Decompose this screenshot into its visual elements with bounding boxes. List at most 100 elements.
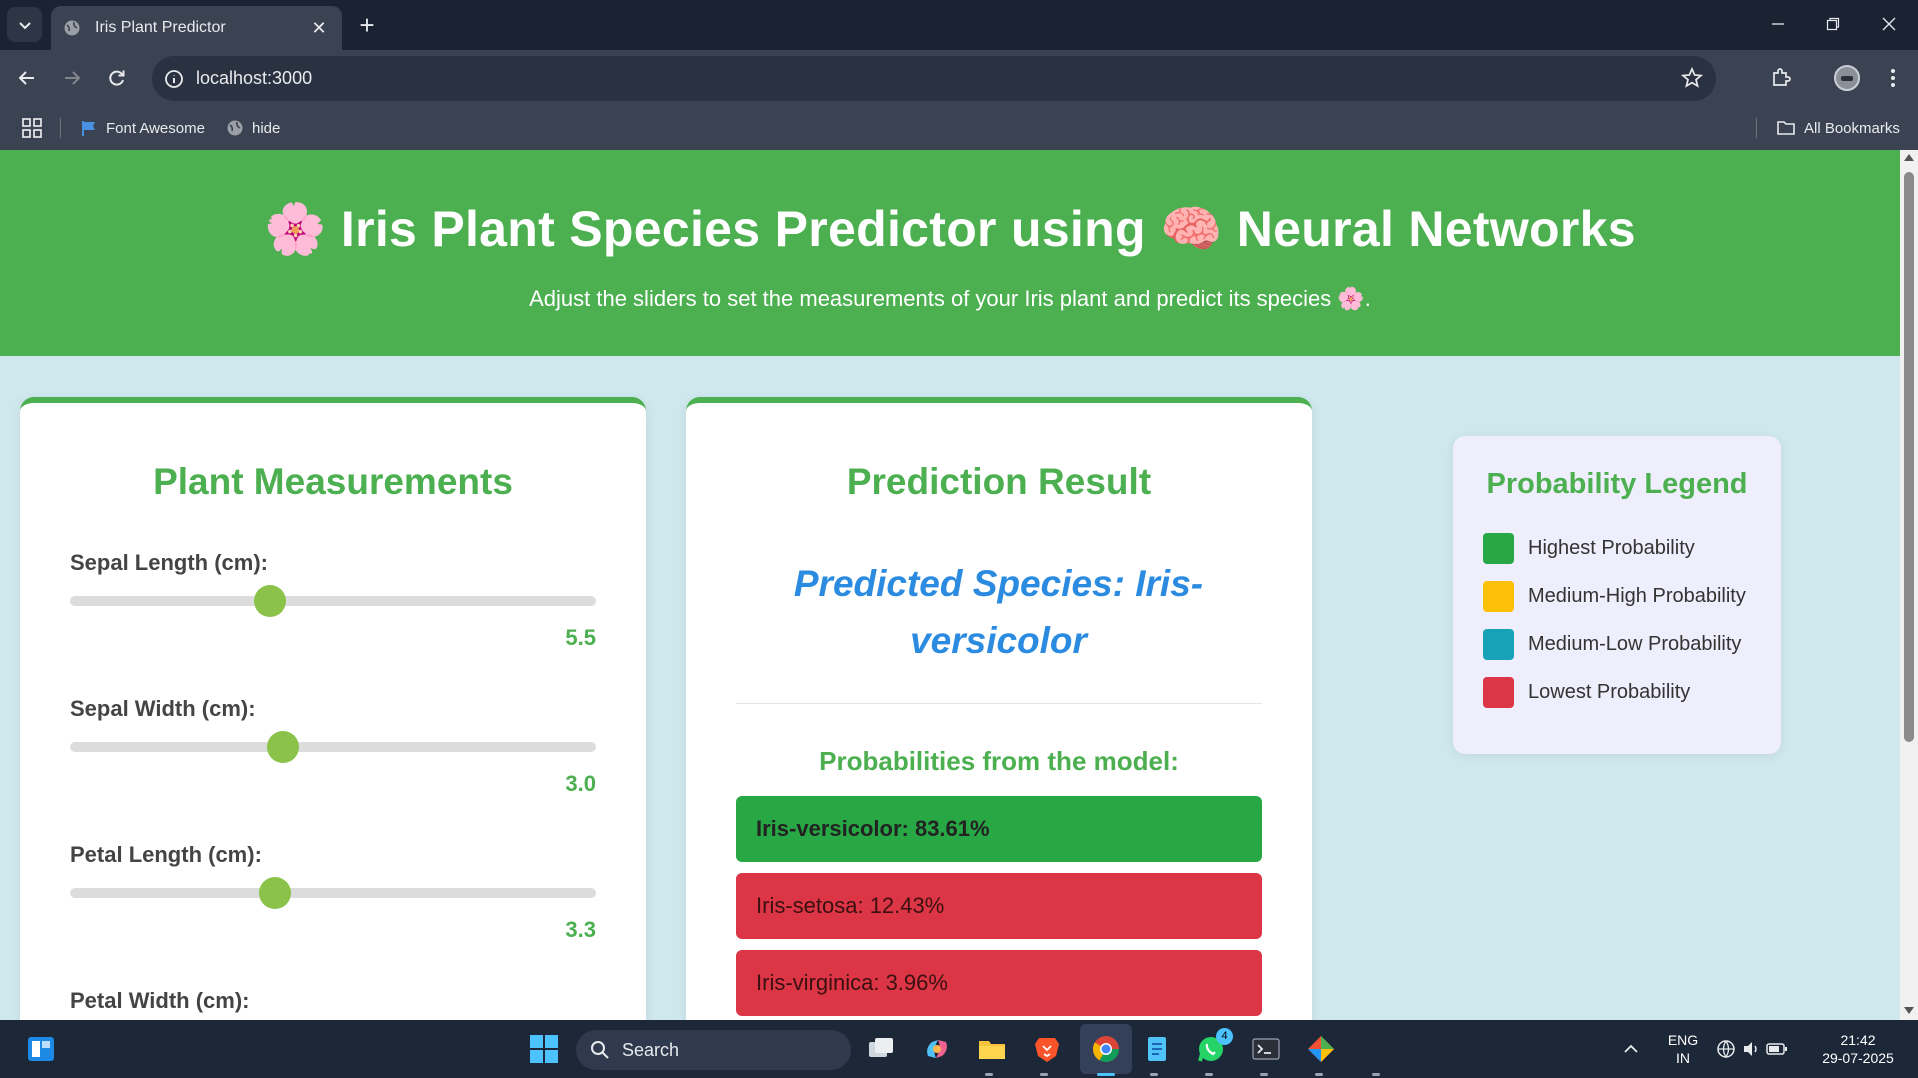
tab-search-button[interactable] (7, 7, 42, 42)
legend-swatch (1483, 580, 1514, 612)
show-hidden-icons-button[interactable] (1616, 1032, 1646, 1066)
tab-close-icon[interactable]: ✕ (308, 18, 330, 39)
minimize-button[interactable] (1751, 0, 1805, 48)
petal-width-label: Petal Width (cm): (70, 988, 250, 1013)
petal-length-slider[interactable] (70, 877, 596, 909)
language-label: ENG (1667, 1032, 1699, 1048)
whatsapp-button[interactable]: 4 (1194, 1028, 1233, 1066)
predicted-species: Predicted Species: Iris-versicolor (793, 563, 1204, 661)
widgets-button[interactable] (24, 1032, 58, 1066)
flag-icon (82, 121, 95, 136)
page-viewport: 🌸 Iris Plant Species Predictor using 🧠 N… (0, 150, 1918, 1020)
quick-settings-button[interactable] (1712, 1032, 1792, 1066)
bookmarks-bar: Font Awesome hide All Bookmarks (0, 106, 1918, 150)
profile-avatar[interactable] (1834, 65, 1860, 91)
page-header: 🌸 Iris Plant Species Predictor using 🧠 N… (0, 150, 1900, 356)
task-view-button[interactable] (864, 1032, 898, 1066)
scrollbar-thumb[interactable] (1904, 172, 1914, 742)
divider (736, 703, 1262, 704)
legend-swatch (1483, 532, 1514, 564)
bookmark-label: hide (252, 119, 281, 137)
search-placeholder: Search (622, 1039, 680, 1060)
more-vert-icon (1891, 69, 1895, 87)
petal-length-value: 3.3 (565, 917, 596, 942)
site-info-icon[interactable] (162, 67, 186, 91)
bookmarks-separator (1756, 118, 1757, 138)
chevron-up-icon (1624, 1044, 1638, 1053)
scroll-up-arrow-icon[interactable] (1904, 154, 1914, 161)
apps-grid-icon[interactable] (20, 116, 44, 140)
notepad-button[interactable] (1140, 1032, 1174, 1066)
url-text[interactable]: localhost:3000 (196, 68, 312, 89)
folder-icon (1777, 121, 1795, 135)
notepad-icon (1148, 1037, 1166, 1061)
copilot-button[interactable] (920, 1032, 954, 1066)
extensions-button[interactable] (1764, 61, 1798, 95)
restore-icon (1826, 17, 1840, 31)
taskbar-search[interactable]: Search (576, 1030, 851, 1070)
browser-menu-button[interactable] (1880, 61, 1906, 95)
globe-icon (64, 20, 80, 36)
probability-bar-virginica: Iris-virginica: 3.96% (736, 950, 1262, 1016)
folder-icon (979, 1041, 1005, 1059)
start-button[interactable] (527, 1032, 561, 1066)
running-indicator (1372, 1073, 1380, 1076)
terminal-button[interactable] (1249, 1032, 1283, 1066)
sepal-length-slider[interactable] (70, 585, 596, 617)
legend-item-medium-low: Medium-Low Probability (1483, 628, 1741, 660)
new-tab-button[interactable]: + (352, 10, 382, 40)
browser-toolbar: localhost:3000 (0, 50, 1918, 106)
legend-title: Probability Legend (1486, 468, 1748, 500)
page-scrollbar[interactable] (1900, 150, 1918, 1020)
region-label: IN (1676, 1050, 1690, 1066)
running-indicator (1205, 1073, 1213, 1076)
page-subtitle: Adjust the sliders to set the measuremen… (529, 286, 1371, 311)
bookmark-label: Font Awesome (106, 119, 205, 137)
forward-button[interactable] (55, 61, 89, 95)
brave-button[interactable] (1030, 1032, 1064, 1066)
reload-button[interactable] (100, 61, 134, 95)
clock[interactable]: 21:42 29-07-2025 (1808, 1031, 1908, 1067)
minimize-icon (1772, 23, 1784, 25)
running-indicator (1040, 1073, 1048, 1076)
volume-icon (1744, 1042, 1757, 1056)
browser-tab[interactable]: Iris Plant Predictor ✕ (51, 6, 342, 50)
sepal-width-slider[interactable] (70, 731, 596, 763)
chrome-icon (1092, 1036, 1120, 1063)
input-language[interactable]: ENG IN (1658, 1031, 1708, 1067)
back-button[interactable] (10, 61, 44, 95)
search-icon (591, 1041, 609, 1059)
running-indicator-active (1097, 1073, 1115, 1076)
bookmark-star-icon[interactable] (1680, 66, 1704, 90)
bookmark-hide[interactable]: hide (226, 116, 280, 140)
clock-time: 21:42 (1840, 1032, 1876, 1048)
legend-label: Medium-Low Probability (1528, 632, 1742, 655)
legend-label: Medium-High Probability (1528, 584, 1746, 607)
legend-item-highest: Highest Probability (1483, 532, 1695, 564)
bookmark-font-awesome[interactable]: Font Awesome (80, 116, 205, 140)
slider-thumb[interactable] (259, 877, 292, 909)
copilot-icon (927, 1040, 947, 1058)
terminal-icon (1252, 1038, 1280, 1060)
bookmarks-separator (60, 118, 61, 138)
petal-length-label: Petal Length (cm): (70, 842, 262, 867)
address-bar[interactable]: localhost:3000 (152, 56, 1716, 101)
probability-legend: Probability Legend Highest Probability M… (1453, 436, 1781, 754)
legend-swatch (1483, 628, 1514, 660)
slider-thumb[interactable] (267, 731, 300, 763)
legend-label: Highest Probability (1528, 536, 1695, 559)
tab-title: Iris Plant Predictor (95, 19, 226, 36)
brave-lion-icon (1035, 1038, 1059, 1062)
notification-badge: 4 (1216, 1028, 1233, 1045)
arrow-left-icon (18, 71, 34, 85)
file-explorer-button[interactable] (975, 1032, 1009, 1066)
git-tool-button[interactable] (1304, 1032, 1338, 1066)
scroll-down-arrow-icon[interactable] (1904, 1007, 1914, 1014)
slider-thumb[interactable] (253, 585, 286, 617)
running-indicator (1315, 1073, 1323, 1076)
chrome-button[interactable] (1089, 1032, 1123, 1066)
probability-bar-versicolor: Iris-versicolor: 83.61% (736, 796, 1262, 862)
close-window-button[interactable] (1862, 0, 1916, 48)
restore-button[interactable] (1806, 0, 1860, 48)
all-bookmarks-button[interactable]: All Bookmarks (1776, 116, 1900, 140)
